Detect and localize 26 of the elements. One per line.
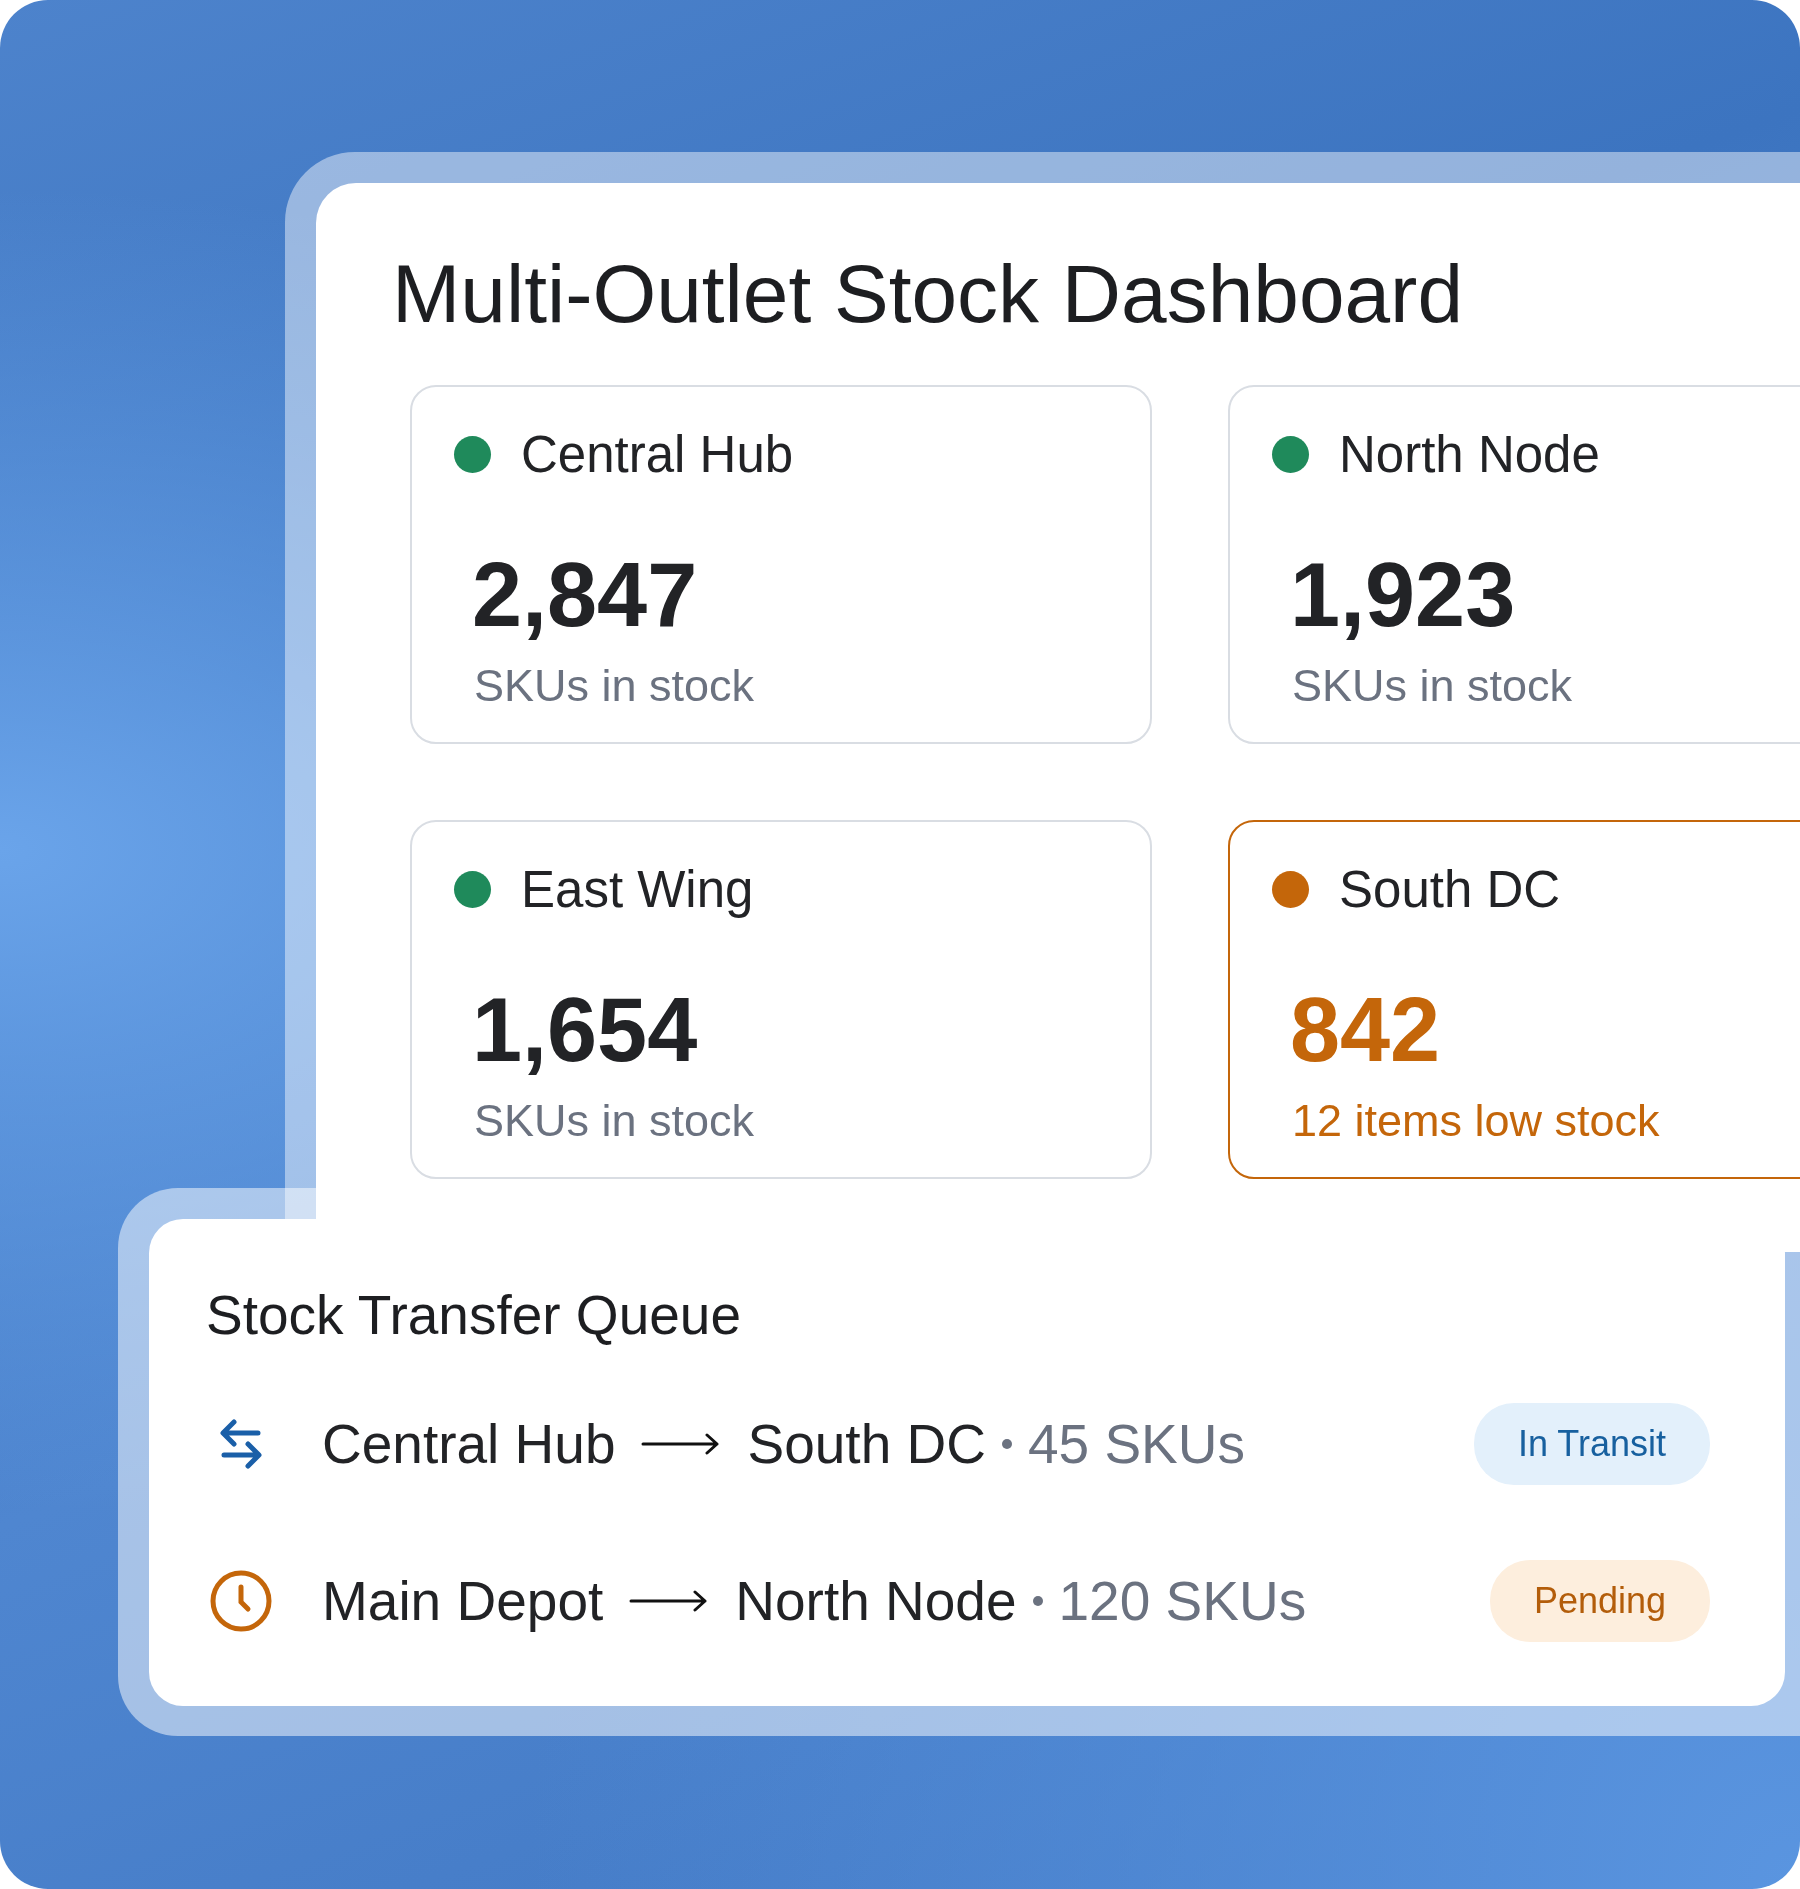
- clock-icon: [210, 1569, 272, 1632]
- destination-outlet: North Node: [735, 1568, 1017, 1633]
- bullet-icon: [1001, 1438, 1012, 1449]
- status-badge: Pending: [1489, 1559, 1710, 1642]
- stock-caption: SKUs in stock: [1292, 660, 1574, 713]
- stock-caption: SKUs in stock: [474, 1095, 756, 1148]
- destination-outlet: South DC: [747, 1411, 986, 1476]
- sku-quantity: 45 SKUs: [1027, 1411, 1245, 1476]
- bullet-icon: [1032, 1595, 1043, 1606]
- stock-caption: 12 items low stock: [1292, 1095, 1661, 1148]
- swap-arrows-icon: [218, 1417, 264, 1470]
- dashboard-title: Multi-Outlet Stock Dashboard: [392, 247, 1464, 341]
- queue-title: Stock Transfer Queue: [206, 1283, 742, 1347]
- sku-count: 1,654: [472, 985, 699, 1076]
- outlet-name: North Node: [1339, 425, 1600, 485]
- sku-count: 842: [1290, 985, 1442, 1076]
- sku-count: 1,923: [1290, 550, 1517, 641]
- sku-count: 2,847: [472, 550, 699, 641]
- source-outlet: Central Hub: [322, 1411, 616, 1476]
- outlet-name: Central Hub: [521, 425, 794, 485]
- outlet-name: South DC: [1339, 860, 1561, 920]
- status-badge: In Transit: [1473, 1402, 1710, 1485]
- stock-caption: SKUs in stock: [474, 660, 756, 713]
- outlet-name: East Wing: [521, 860, 754, 920]
- source-outlet: Main Depot: [322, 1568, 604, 1633]
- sku-quantity: 120 SKUs: [1058, 1568, 1307, 1633]
